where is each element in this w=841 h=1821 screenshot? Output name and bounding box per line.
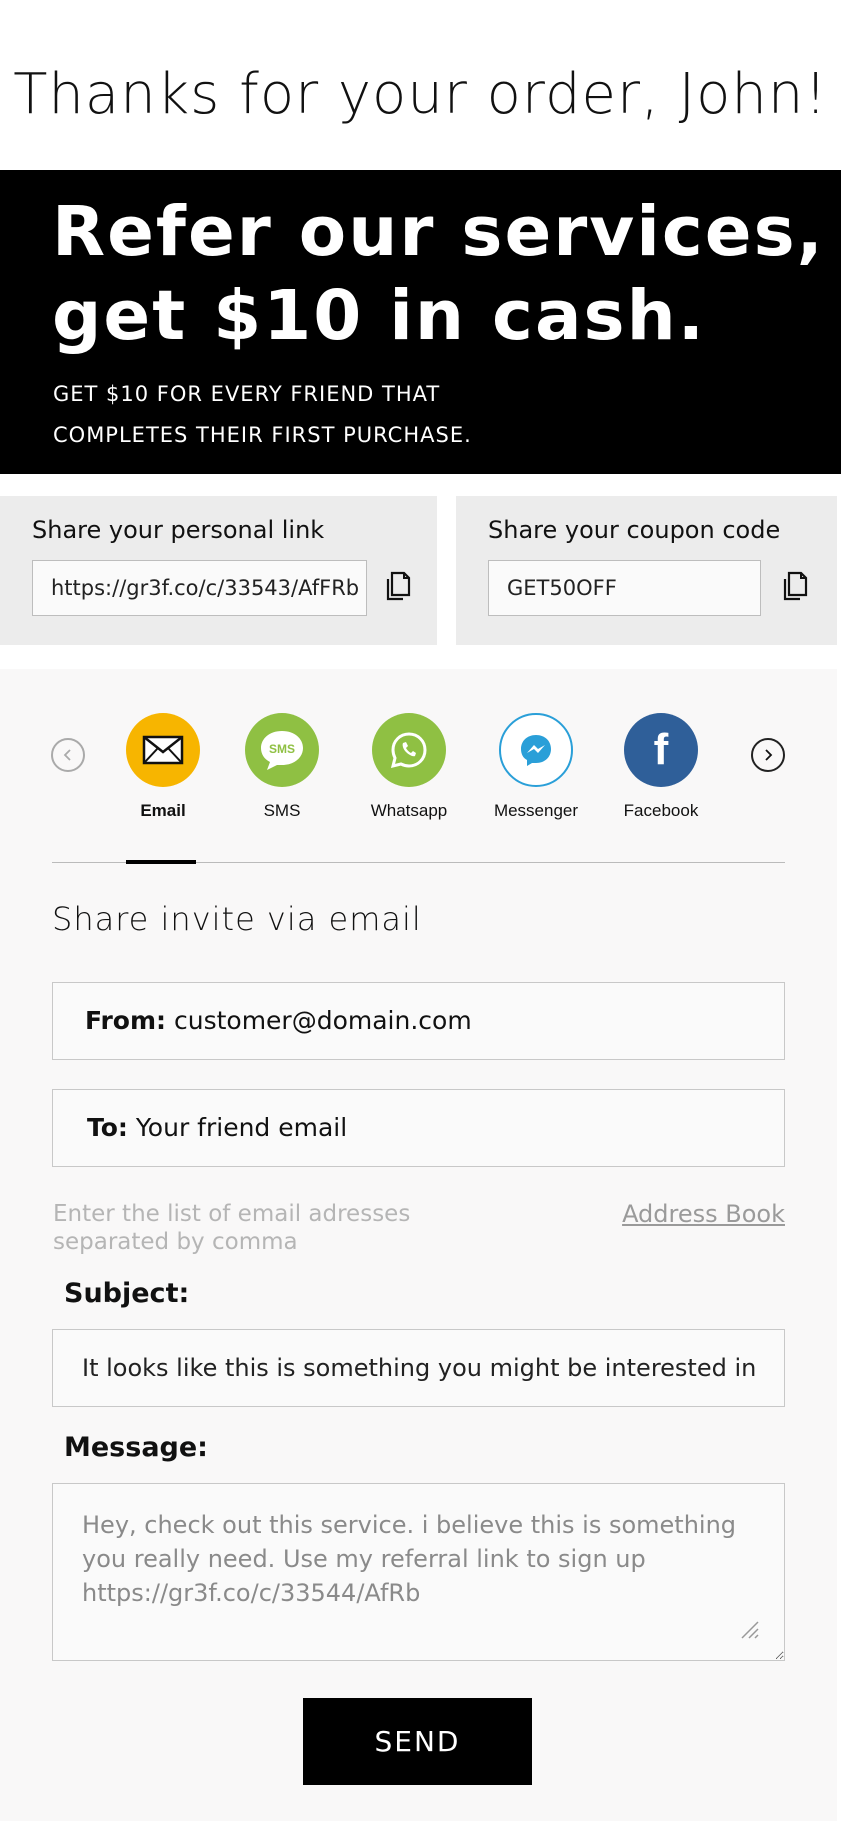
page-title: Thanks for your order, John! — [13, 62, 828, 127]
carousel-prev-button[interactable] — [51, 738, 85, 772]
active-tab-indicator — [126, 860, 196, 864]
address-book-link[interactable]: Address Book — [622, 1200, 785, 1228]
banner-headline: Refer our services, get $10 in cash. — [52, 192, 825, 356]
chevron-right-icon — [765, 749, 773, 761]
personal-link-field[interactable]: https://gr3f.co/c/33543/AfFRb — [32, 560, 367, 616]
message-label: Message: — [64, 1432, 208, 1463]
chevron-left-icon — [63, 749, 71, 761]
coupon-code-label: Share your coupon code — [488, 516, 781, 544]
coupon-code-field[interactable]: GET50OFF — [488, 560, 761, 616]
copy-link-icon[interactable] — [383, 571, 411, 601]
channel-sms[interactable]: SMS SMS — [222, 713, 342, 821]
subject-field[interactable]: It looks like this is something you migh… — [52, 1329, 785, 1407]
whatsapp-icon — [372, 713, 446, 787]
from-label: From: — [85, 1006, 167, 1035]
personal-link-label: Share your personal link — [32, 516, 325, 544]
from-field[interactable]: From: customer@domain.com — [52, 982, 785, 1060]
channel-email[interactable]: Email — [103, 713, 223, 821]
sms-icon-text: SMS — [269, 742, 295, 756]
channel-messenger-label: Messenger — [493, 801, 579, 820]
email-section-title: Share invite via email — [52, 900, 422, 938]
subject-label: Subject: — [64, 1278, 190, 1309]
banner-subline: GET $10 FOR EVERY FRIEND THAT COMPLETES … — [53, 374, 653, 456]
email-hint: Enter the list of email adresses separat… — [53, 1201, 411, 1255]
envelope-icon — [126, 713, 200, 787]
resize-handle-icon[interactable] — [738, 1618, 760, 1640]
channel-email-label: Email — [140, 801, 186, 820]
carousel-next-button[interactable] — [751, 738, 785, 772]
sms-bubble-icon: SMS — [245, 713, 319, 787]
channel-facebook[interactable]: f Facebook — [601, 713, 721, 821]
banner-subline-2: COMPLETES THEIR FIRST PURCHASE. — [53, 423, 472, 447]
personal-link-card: Share your personal link https://gr3f.co… — [0, 496, 437, 645]
messenger-icon — [499, 713, 573, 787]
channel-sms-label: SMS — [263, 801, 301, 820]
to-label: To: — [87, 1113, 128, 1142]
coupon-code-card: Share your coupon code GET50OFF — [456, 496, 837, 645]
banner-subline-1: GET $10 FOR EVERY FRIEND THAT — [53, 382, 441, 406]
from-value: customer@domain.com — [173, 1006, 472, 1035]
to-field[interactable]: To: Your friend email — [52, 1089, 785, 1167]
referral-banner: Refer our services, get $10 in cash. GET… — [0, 170, 841, 474]
channel-facebook-label: Facebook — [623, 801, 699, 820]
send-button[interactable]: SEND — [303, 1698, 532, 1785]
channel-whatsapp-label: Whatsapp — [370, 801, 448, 820]
message-textarea[interactable]: Hey, check out this service. i believe t… — [52, 1483, 785, 1661]
facebook-icon: f — [624, 713, 698, 787]
facebook-icon-text: f — [653, 725, 669, 774]
copy-coupon-icon[interactable] — [780, 571, 808, 601]
channel-whatsapp[interactable]: Whatsapp — [349, 713, 469, 821]
to-placeholder: Your friend email — [135, 1113, 348, 1142]
channel-messenger[interactable]: Messenger — [476, 713, 596, 821]
